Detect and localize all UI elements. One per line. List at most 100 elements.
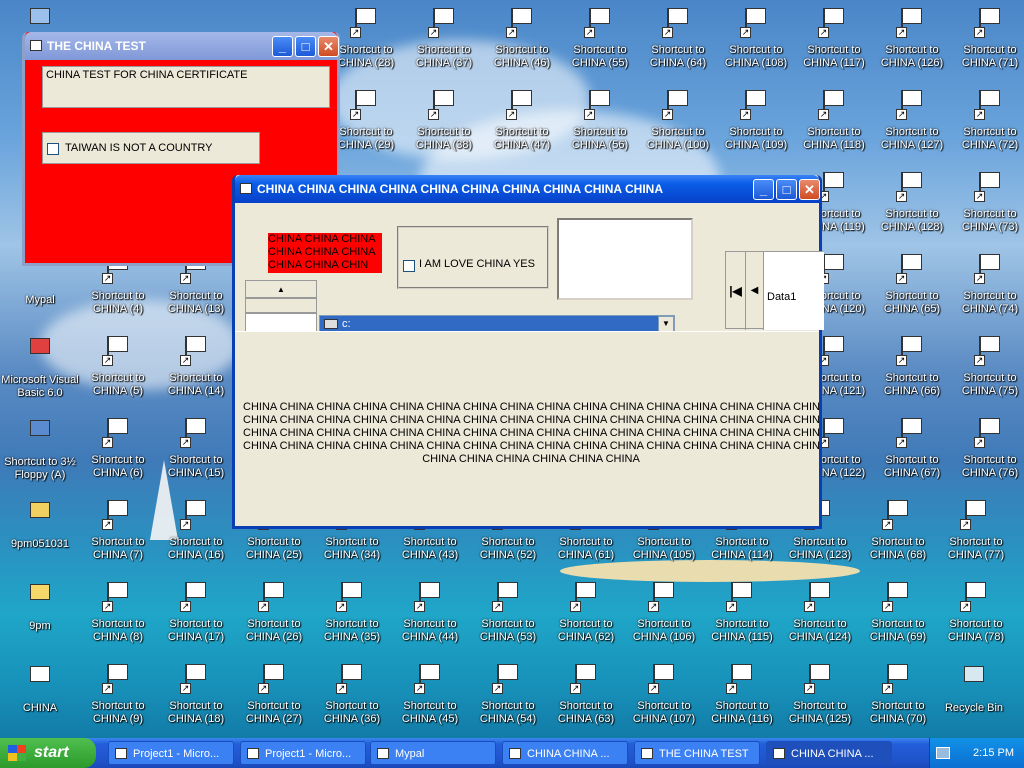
china-main-titlebar[interactable]: CHINA CHINA CHINA CHINA CHINA CHINA CHIN… xyxy=(235,175,820,203)
desktop-shortcut[interactable]: ↗ Shortcut to CHINA (115) xyxy=(702,580,782,658)
desktop-shortcut[interactable]: ↗ Shortcut to CHINA (36) xyxy=(312,662,392,740)
desktop-shortcut[interactable]: ↗ Shortcut to CHINA (47) xyxy=(482,88,562,166)
love-checkbox-frame[interactable]: I AM LOVE CHINA YES xyxy=(397,226,549,289)
taskbar-button[interactable]: CHINA CHINA ... xyxy=(766,741,892,765)
flag-shortcut-icon: ↗ xyxy=(336,580,368,612)
minimize-button[interactable]: _ xyxy=(753,179,774,200)
first-record-button[interactable]: |◀ xyxy=(726,252,746,330)
shortcut-label: Shortcut to CHINA (6) xyxy=(91,454,145,479)
desktop-shortcut[interactable]: ↗ Shortcut to CHINA (66) xyxy=(872,334,952,412)
desktop-shortcut[interactable]: ↗ Shortcut to CHINA (9) xyxy=(78,662,158,740)
desktop-shortcut[interactable]: ↗ Shortcut to CHINA (73) xyxy=(950,170,1024,248)
desktop-shortcut[interactable]: ↗ Shortcut to CHINA (74) xyxy=(950,252,1024,330)
taiwan-checkbox[interactable] xyxy=(47,143,59,155)
desktop-shortcut[interactable]: ↗ Shortcut to CHINA (118) xyxy=(794,88,874,166)
desktop-shortcut[interactable]: ↗ Shortcut to CHINA (53) xyxy=(468,580,548,658)
desktop-shortcut[interactable]: ↗ Shortcut to CHINA (77) xyxy=(936,498,1016,576)
china-test-titlebar[interactable]: THE CHINA TEST _ □ ✕ xyxy=(25,32,339,60)
desktop-shortcut[interactable]: ↗ Shortcut to CHINA (78) xyxy=(936,580,1016,658)
desktop-shortcut[interactable]: ↗ Shortcut to CHINA (64) xyxy=(638,6,718,84)
desktop-icon-mypal[interactable]: Mypal xyxy=(0,256,80,334)
desktop-shortcut[interactable]: ↗ Shortcut to CHINA (26) xyxy=(234,580,314,658)
taskbar-button[interactable]: Mypal xyxy=(370,741,496,765)
recycle-bin-icon-item[interactable]: Recycle Bin xyxy=(934,664,1014,742)
desktop-shortcut[interactable]: ↗ Shortcut to CHINA (65) xyxy=(872,252,952,330)
taskbar-button[interactable]: THE CHINA TEST xyxy=(634,741,760,765)
shortcut-label: Shortcut to CHINA (61) xyxy=(557,536,615,561)
desktop-shortcut[interactable]: ↗ Shortcut to CHINA (72) xyxy=(950,88,1024,166)
taiwan-checkbox-row[interactable]: TAIWAN IS NOT A COUNTRY xyxy=(42,132,260,164)
desktop-shortcut[interactable]: ↗ Shortcut to CHINA (106) xyxy=(624,580,704,658)
desktop-shortcut[interactable]: ↗ Shortcut to CHINA (35) xyxy=(312,580,392,658)
desktop-icon-china[interactable]: CHINA xyxy=(0,664,80,742)
drive-dropdown-button[interactable]: ▼ xyxy=(658,316,674,332)
desktop-shortcut[interactable]: ↗ Shortcut to CHINA (5) xyxy=(78,334,158,412)
prev-record-button[interactable]: ◀ xyxy=(746,252,764,330)
desktop-shortcut[interactable]: ↗ Shortcut to CHINA (108) xyxy=(716,6,796,84)
data-control[interactable]: |◀ ◀ Data1 xyxy=(725,251,824,330)
start-button[interactable]: start xyxy=(0,738,96,768)
desktop-shortcut[interactable]: ↗ Shortcut to CHINA (107) xyxy=(624,662,704,740)
desktop-shortcut[interactable]: ↗ Shortcut to CHINA (45) xyxy=(390,662,470,740)
desktop-shortcut[interactable]: ↗ Shortcut to CHINA (44) xyxy=(390,580,470,658)
tray-icon[interactable] xyxy=(936,747,950,759)
desktop-shortcut[interactable]: ↗ Shortcut to CHINA (17) xyxy=(156,580,236,658)
desktop-shortcut[interactable]: ↗ Shortcut to CHINA (125) xyxy=(780,662,860,740)
flag-shortcut-icon: ↗ xyxy=(180,662,212,694)
desktop-shortcut[interactable]: ↗ Shortcut to CHINA (62) xyxy=(546,580,626,658)
desktop-icon-9pm[interactable]: 9pm xyxy=(0,582,80,660)
flag-shortcut-icon: ↗ xyxy=(180,498,212,530)
desktop-shortcut[interactable]: ↗ Shortcut to CHINA (124) xyxy=(780,580,860,658)
desktop-shortcut[interactable]: ↗ Shortcut to CHINA (63) xyxy=(546,662,626,740)
scrollbar-up-button[interactable]: ▲ xyxy=(245,280,317,298)
desktop-shortcut[interactable]: ↗ Shortcut to CHINA (117) xyxy=(794,6,874,84)
desktop-shortcut[interactable]: ↗ Shortcut to CHINA (18) xyxy=(156,662,236,740)
list-box[interactable] xyxy=(245,313,317,333)
desktop-shortcut[interactable]: ↗ Shortcut to CHINA (46) xyxy=(482,6,562,84)
desktop-shortcut[interactable]: ↗ Shortcut to CHINA (116) xyxy=(702,662,782,740)
maximize-button[interactable]: □ xyxy=(776,179,797,200)
desktop-shortcut[interactable]: ↗ Shortcut to CHINA (75) xyxy=(950,334,1024,412)
desktop-icon-floppy[interactable]: Shortcut to 3½ Floppy (A) xyxy=(0,418,80,496)
desktop-shortcut[interactable]: ↗ Shortcut to CHINA (16) xyxy=(156,498,236,576)
taskbar-button[interactable]: Project1 - Micro... xyxy=(240,741,366,765)
shortcut-label: Shortcut to CHINA (123) xyxy=(788,536,852,561)
recycle-bin-icon xyxy=(958,664,990,696)
taskbar-button[interactable]: CHINA CHINA ... xyxy=(502,741,628,765)
desktop-shortcut[interactable]: ↗ Shortcut to CHINA (126) xyxy=(872,6,952,84)
desktop-shortcut[interactable]: ↗ Shortcut to CHINA (37) xyxy=(404,6,484,84)
desktop-shortcut[interactable]: ↗ Shortcut to CHINA (15) xyxy=(156,416,236,494)
desktop-shortcut[interactable]: ↗ Shortcut to CHINA (6) xyxy=(78,416,158,494)
desktop-shortcut[interactable]: ↗ Shortcut to CHINA (69) xyxy=(858,580,938,658)
desktop-shortcut[interactable]: ↗ Shortcut to CHINA (70) xyxy=(858,662,938,740)
desktop-shortcut[interactable]: ↗ Shortcut to CHINA (76) xyxy=(950,416,1024,494)
desktop-shortcut[interactable]: ↗ Shortcut to CHINA (100) xyxy=(638,88,718,166)
desktop-shortcut[interactable]: ↗ Shortcut to CHINA (128) xyxy=(872,170,952,248)
desktop-icon-zip[interactable]: 9pm051031 xyxy=(0,500,80,578)
taskbar-button[interactable]: Project1 - Micro... xyxy=(108,741,234,765)
desktop-shortcut[interactable]: ↗ Shortcut to CHINA (127) xyxy=(872,88,952,166)
scrollbar-track[interactable] xyxy=(245,298,317,313)
desktop-shortcut[interactable]: ↗ Shortcut to CHINA (55) xyxy=(560,6,640,84)
desktop-shortcut[interactable]: ↗ Shortcut to CHINA (56) xyxy=(560,88,640,166)
desktop-shortcut[interactable]: ↗ Shortcut to CHINA (8) xyxy=(78,580,158,658)
desktop-shortcut[interactable]: ↗ Shortcut to CHINA (71) xyxy=(950,6,1024,84)
desktop-shortcut[interactable]: ↗ Shortcut to CHINA (54) xyxy=(468,662,548,740)
textbox[interactable] xyxy=(557,218,693,300)
desktop-shortcut[interactable]: ↗ Shortcut to CHINA (68) xyxy=(858,498,938,576)
desktop-shortcut[interactable]: ↗ Shortcut to CHINA (7) xyxy=(78,498,158,576)
clock[interactable]: 2:15 PM xyxy=(973,738,1014,768)
desktop-icon-vb6[interactable]: Microsoft Visual Basic 6.0 xyxy=(0,336,80,414)
minimize-button[interactable]: _ xyxy=(272,36,293,57)
desktop-shortcut[interactable]: ↗ Shortcut to CHINA (109) xyxy=(716,88,796,166)
desktop-shortcut[interactable]: ↗ Shortcut to CHINA (14) xyxy=(156,334,236,412)
desktop-shortcut[interactable]: ↗ Shortcut to CHINA (38) xyxy=(404,88,484,166)
love-checkbox[interactable] xyxy=(403,260,415,272)
china-main-window[interactable]: CHINA CHINA CHINA CHINA CHINA CHINA CHIN… xyxy=(232,175,824,529)
close-button[interactable]: ✕ xyxy=(318,36,339,57)
desktop-shortcut[interactable]: ↗ Shortcut to CHINA (67) xyxy=(872,416,952,494)
desktop-shortcut[interactable]: ↗ Shortcut to CHINA (27) xyxy=(234,662,314,740)
maximize-button[interactable]: □ xyxy=(295,36,316,57)
shortcut-label: Shortcut to CHINA (76) xyxy=(961,454,1019,479)
close-button[interactable]: ✕ xyxy=(799,179,820,200)
